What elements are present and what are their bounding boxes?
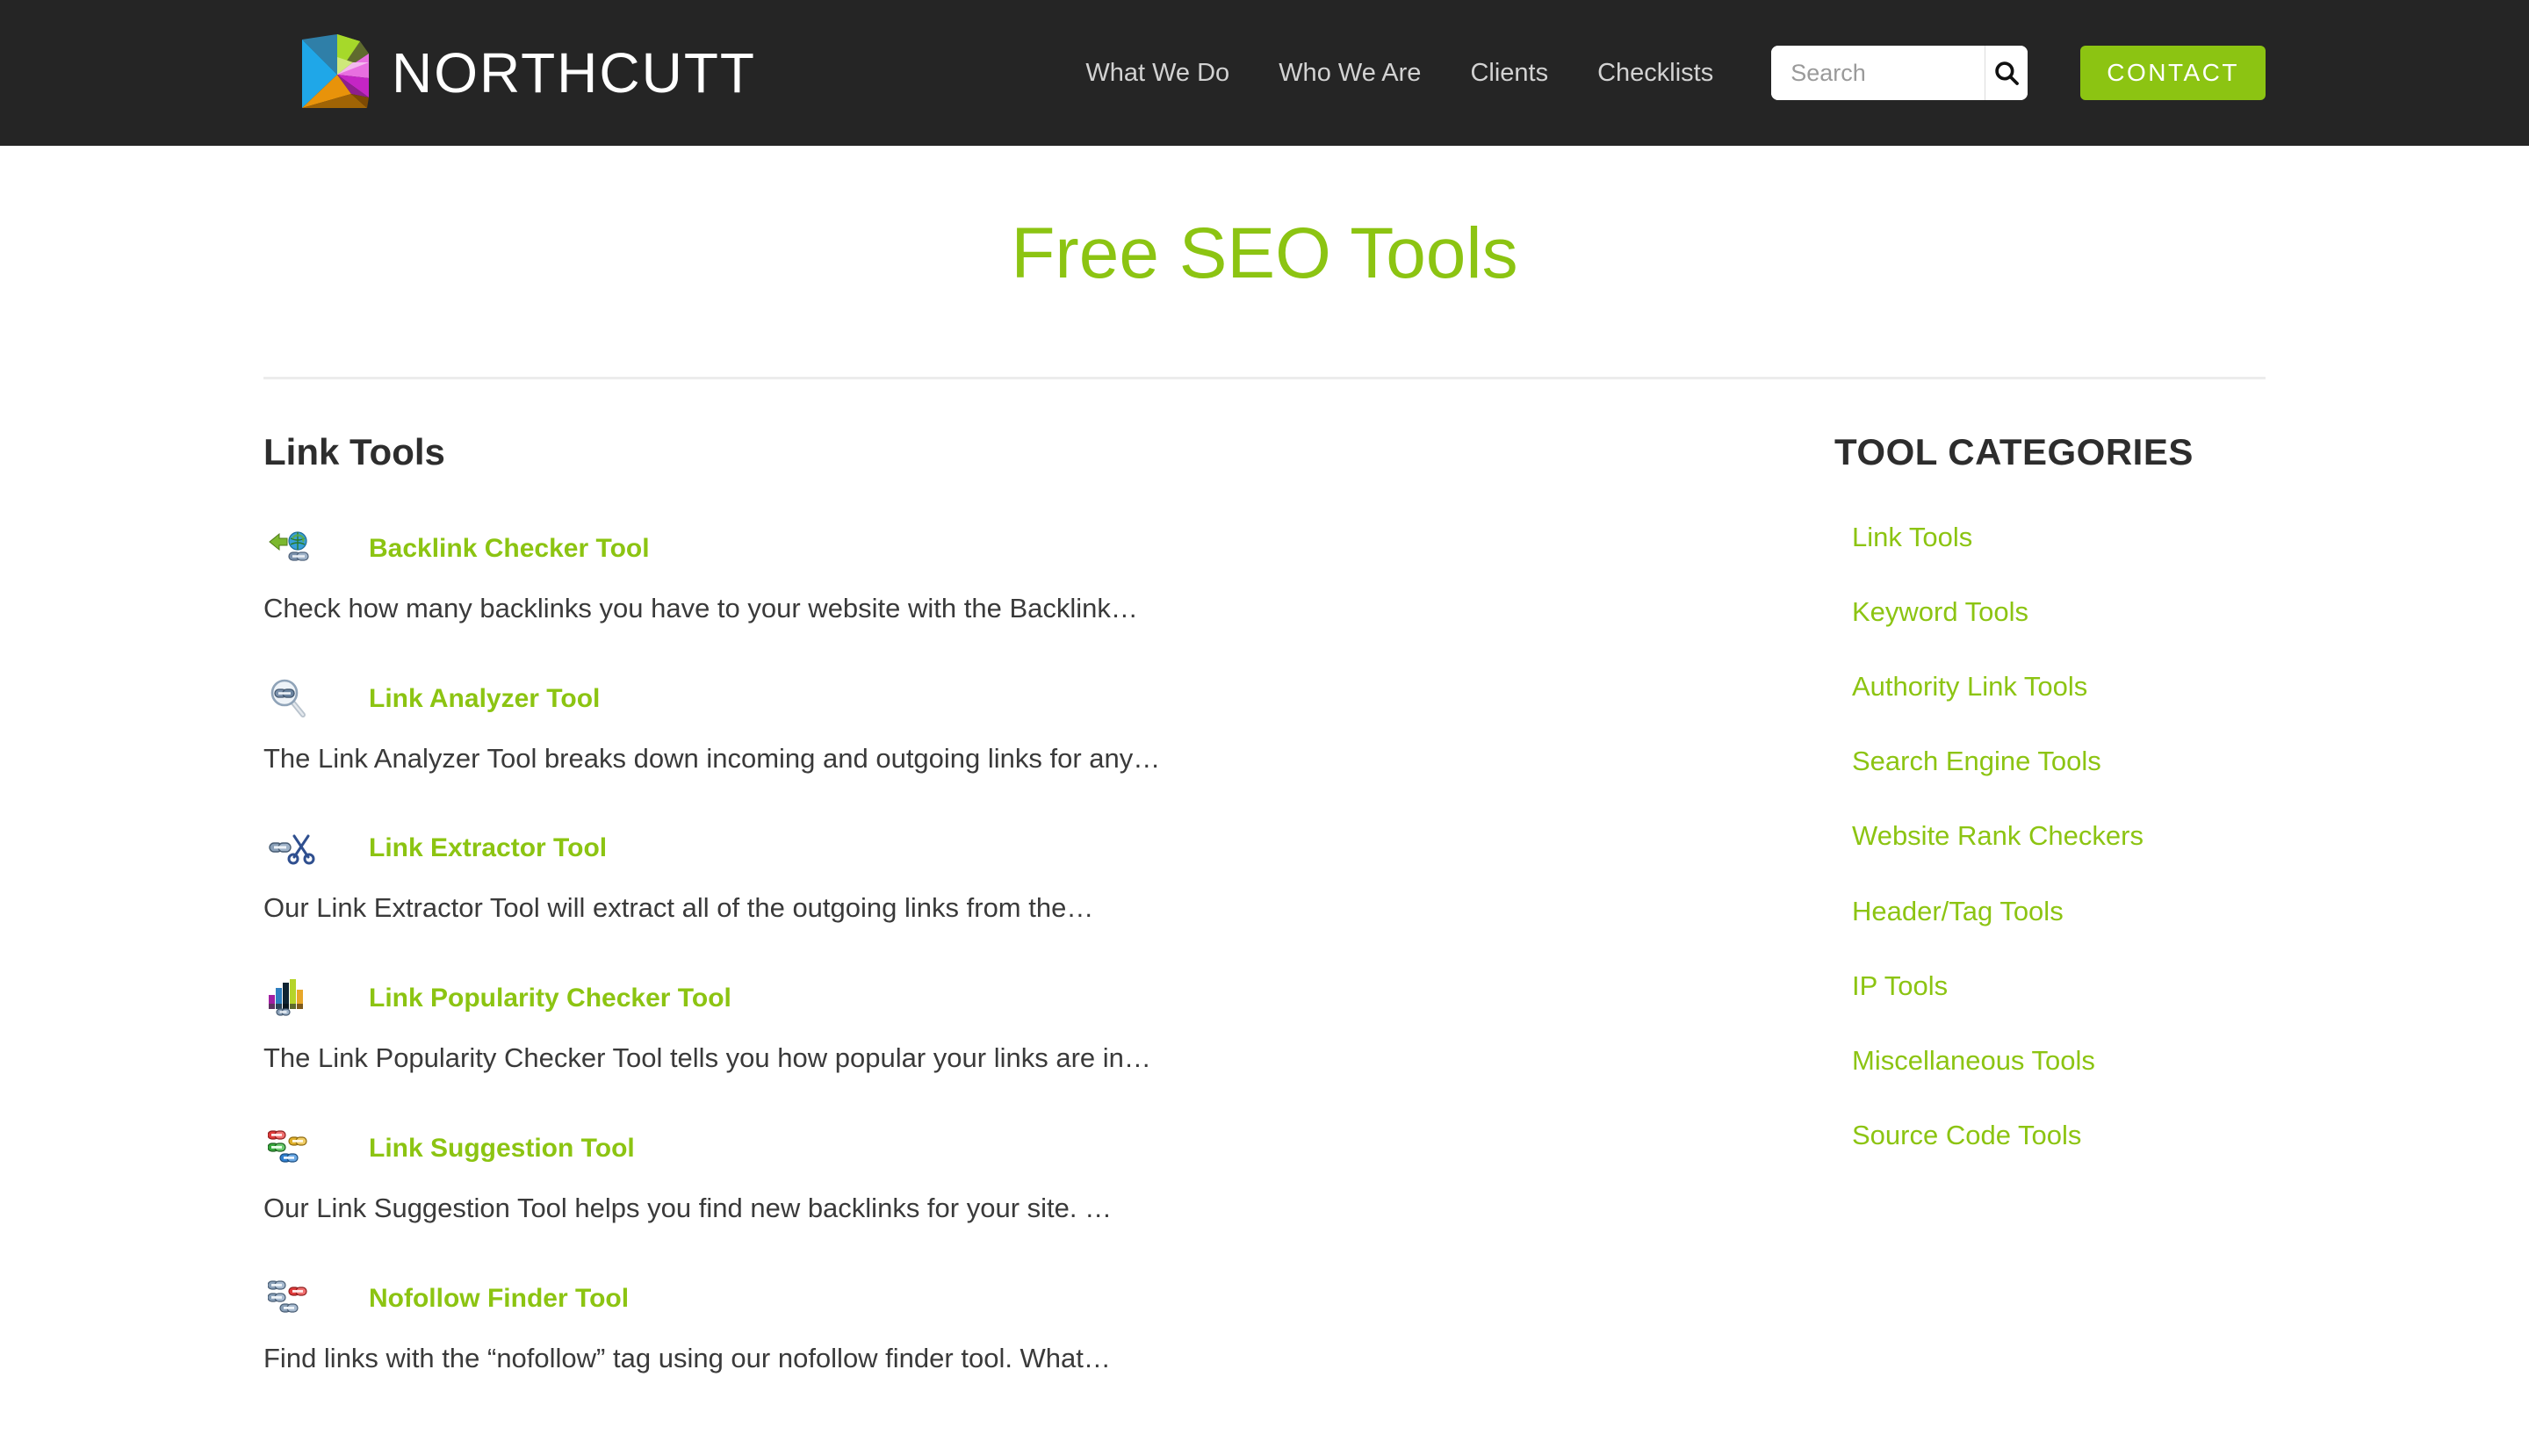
sidebar-item-header-tag-tools[interactable]: Header/Tag Tools	[1852, 896, 2064, 926]
tool-link-link-analyzer[interactable]: Link Analyzer Tool	[369, 683, 600, 715]
sidebar-item-website-rank-checkers[interactable]: Website Rank Checkers	[1852, 820, 2144, 851]
tool-description: Find links with the “nofollow” tag using…	[263, 1343, 1111, 1374]
backlink-arrow-globe-icon	[268, 528, 319, 570]
header-inner: NORTHCUTT What We Do Who We Are Clients …	[0, 32, 2529, 113]
search-box	[1771, 46, 2028, 100]
sidebar-item-keyword-tools[interactable]: Keyword Tools	[1852, 596, 2028, 627]
tool-list-item: Backlink Checker Tool Check how many bac…	[263, 528, 1769, 629]
sidebar-item-miscellaneous-tools[interactable]: Miscellaneous Tools	[1852, 1045, 2095, 1076]
sidebar-item-authority-link-tools[interactable]: Authority Link Tools	[1852, 671, 2087, 702]
tool-description: Check how many backlinks you have to you…	[263, 592, 1138, 623]
list-item: Keyword Tools	[1852, 595, 2266, 628]
tool-list-item: Nofollow Finder Tool Find links with the…	[263, 1278, 1769, 1379]
brand-logo-link[interactable]: NORTHCUTT	[299, 32, 756, 113]
tool-list-item: Link Suggestion Tool Our Link Suggestion…	[263, 1128, 1769, 1229]
list-item: IP Tools	[1852, 969, 2266, 1002]
sidebar-item-search-engine-tools[interactable]: Search Engine Tools	[1852, 746, 2101, 776]
tool-description: Our Link Extractor Tool will extract all…	[263, 892, 1094, 924]
tool-header: Link Analyzer Tool	[263, 678, 1769, 720]
tool-categories-list: Link Tools Keyword Tools Authority Link …	[1834, 521, 2266, 1152]
list-item: Authority Link Tools	[1852, 670, 2266, 703]
tool-link-link-extractor[interactable]: Link Extractor Tool	[369, 833, 607, 864]
search-submit-button[interactable]	[1984, 46, 2028, 100]
prism-logo-icon	[299, 32, 372, 113]
sidebar-heading-tool-categories: TOOL CATEGORIES	[1834, 431, 2194, 473]
tool-list-item: Link Extractor Tool Our Link Extractor T…	[263, 827, 1769, 928]
list-item: Website Rank Checkers	[1852, 819, 2266, 852]
nav-item-clients[interactable]: Clients	[1445, 60, 1573, 86]
list-item: Link Tools	[1852, 521, 2266, 553]
brand-name: NORTHCUTT	[392, 41, 756, 105]
search-input[interactable]	[1771, 46, 1985, 100]
page-title-block: Free SEO Tools	[0, 146, 2529, 380]
tool-link-link-popularity-checker[interactable]: Link Popularity Checker Tool	[369, 983, 731, 1014]
gray-chain-links-icon	[268, 1278, 319, 1320]
bar-chart-link-icon	[268, 977, 319, 1020]
main-nav: What We Do Who We Are Clients Checklists	[1061, 60, 1738, 86]
header-right-group: What We Do Who We Are Clients Checklists…	[1061, 46, 2266, 100]
tool-header: Link Extractor Tool	[263, 827, 1769, 869]
colored-chain-links-icon	[268, 1128, 319, 1170]
tool-link-link-suggestion[interactable]: Link Suggestion Tool	[369, 1133, 635, 1164]
main-column: Link Tools Backlink Checker Tool Check h…	[263, 430, 1805, 1428]
nav-item-what-we-do[interactable]: What We Do	[1061, 60, 1254, 86]
tool-description: The Link Analyzer Tool breaks down incom…	[263, 742, 1161, 774]
list-item: Source Code Tools	[1852, 1119, 2266, 1151]
contact-button[interactable]: CONTACT	[2080, 46, 2266, 100]
nav-item-who-we-are[interactable]: Who We Are	[1254, 60, 1445, 86]
sidebar: TOOL CATEGORIES Link Tools Keyword Tools…	[1805, 430, 2266, 1193]
tool-header: Backlink Checker Tool	[263, 528, 1769, 570]
tool-header: Nofollow Finder Tool	[263, 1278, 1769, 1320]
site-header: NORTHCUTT What We Do Who We Are Clients …	[0, 0, 2529, 146]
nav-item-checklists[interactable]: Checklists	[1573, 60, 1738, 86]
tool-description: Our Link Suggestion Tool helps you find …	[263, 1193, 1113, 1224]
sidebar-item-link-tools[interactable]: Link Tools	[1852, 522, 1972, 552]
tool-list-item: Link Popularity Checker Tool The Link Po…	[263, 977, 1769, 1078]
magnifier-link-icon	[268, 678, 319, 720]
tool-description: The Link Popularity Checker Tool tells y…	[263, 1042, 1151, 1074]
title-divider	[263, 377, 2266, 380]
list-item: Miscellaneous Tools	[1852, 1044, 2266, 1077]
tool-header: Link Popularity Checker Tool	[263, 977, 1769, 1020]
chain-scissors-icon	[268, 827, 319, 869]
search-icon	[1992, 58, 2021, 88]
page-title: Free SEO Tools	[1011, 213, 1518, 293]
content-area: Link Tools Backlink Checker Tool Check h…	[0, 430, 2529, 1428]
list-item: Search Engine Tools	[1852, 745, 2266, 777]
tool-header: Link Suggestion Tool	[263, 1128, 1769, 1170]
section-heading-link-tools: Link Tools	[263, 431, 445, 473]
tool-link-backlink-checker[interactable]: Backlink Checker Tool	[369, 533, 650, 565]
list-item: Header/Tag Tools	[1852, 895, 2266, 927]
tool-link-nofollow-finder[interactable]: Nofollow Finder Tool	[369, 1283, 629, 1315]
sidebar-item-ip-tools[interactable]: IP Tools	[1852, 970, 1948, 1001]
tool-list-item: Link Analyzer Tool The Link Analyzer Too…	[263, 678, 1769, 779]
sidebar-item-source-code-tools[interactable]: Source Code Tools	[1852, 1120, 2081, 1150]
